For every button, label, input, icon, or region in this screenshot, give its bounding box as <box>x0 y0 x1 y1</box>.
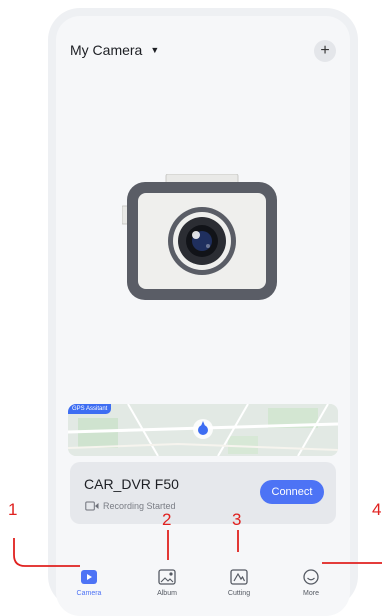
annotation-number-2: 2 <box>162 510 172 529</box>
camera-selector[interactable]: My Camera ▼ <box>70 42 159 58</box>
tab-camera[interactable]: Camera <box>64 568 114 597</box>
tab-album-label: Album <box>157 590 177 597</box>
gps-map-card[interactable]: GPS Assitant <box>68 404 338 456</box>
tab-cutting-label: Cutting <box>227 590 251 597</box>
video-camera-icon <box>81 570 97 584</box>
connect-button[interactable]: Connect <box>260 480 324 504</box>
annotation-number-1: 1 <box>8 500 18 519</box>
annotation-number-4: 4 <box>372 500 382 519</box>
tab-cutting[interactable]: Cutting <box>214 568 264 597</box>
tab-album[interactable]: Album <box>142 568 192 597</box>
device-card: CAR_DVR F50 Recording Started Connect <box>70 462 336 524</box>
tab-camera-label: Camera <box>76 590 102 597</box>
photo-album-icon <box>158 569 176 585</box>
tab-more[interactable]: More <box>286 568 336 597</box>
page-title: My Camera <box>70 42 143 58</box>
mountain-cut-icon <box>230 569 248 585</box>
header: My Camera ▼ + <box>70 40 336 66</box>
device-name: CAR_DVR F50 <box>84 476 179 492</box>
location-pin-icon <box>193 419 213 439</box>
video-recording-icon <box>85 501 99 511</box>
add-camera-button[interactable]: + <box>314 40 336 62</box>
smile-circle-icon <box>303 569 319 585</box>
annotation-number-3: 3 <box>232 510 242 529</box>
caret-down-icon: ▼ <box>150 45 160 55</box>
dashcam-illustration <box>122 174 277 300</box>
gps-assistant-badge: GPS Assitant <box>68 404 112 414</box>
tab-more-label: More <box>303 590 319 597</box>
app-screen: My Camera ▼ + GPS Assitant CAR_DVR F50 R… <box>56 16 350 616</box>
bottom-tab-bar: Camera Album Cutting More <box>56 554 350 604</box>
